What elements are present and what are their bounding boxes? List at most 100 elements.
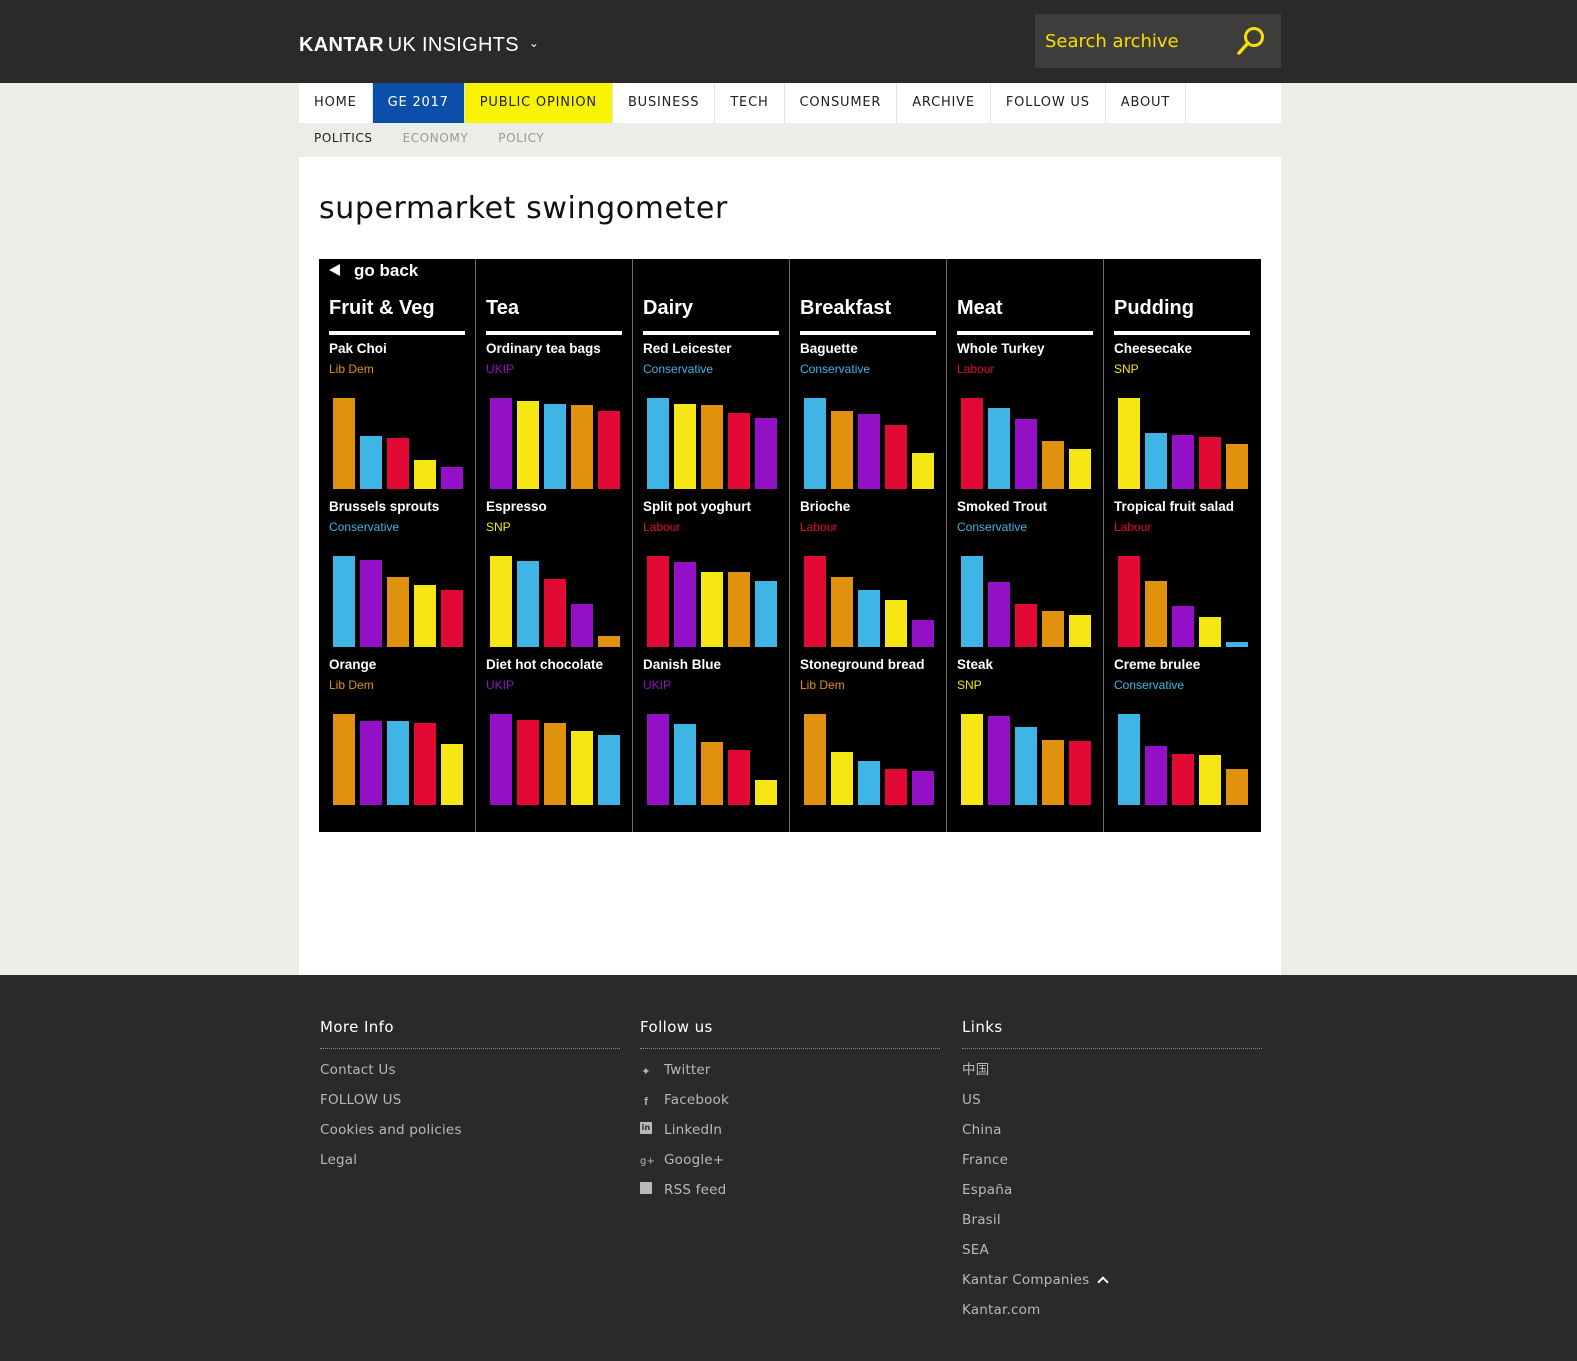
bar-lib-dem[interactable] xyxy=(387,577,409,647)
nav-ge-2017[interactable]: GE 2017 xyxy=(372,83,465,123)
bar-conservative[interactable] xyxy=(333,556,355,647)
subnav-policy[interactable]: POLICY xyxy=(483,123,559,157)
bar-lib-dem[interactable] xyxy=(1145,581,1167,647)
search-input[interactable] xyxy=(1045,26,1225,56)
footer-link-facebook[interactable]: f Facebook xyxy=(640,1090,940,1120)
bar-labour[interactable] xyxy=(387,438,409,489)
bar-lib-dem[interactable] xyxy=(1042,740,1064,805)
bar-lib-dem[interactable] xyxy=(333,714,355,805)
footer-link-china-cn[interactable]: 中国 xyxy=(962,1060,1262,1090)
bar-ukip[interactable] xyxy=(1172,606,1194,647)
bar-labour[interactable] xyxy=(441,590,463,647)
bar-lib-dem[interactable] xyxy=(544,723,566,805)
bar-ukip[interactable] xyxy=(360,721,382,805)
bar-snp[interactable] xyxy=(1199,755,1221,805)
bar-ukip[interactable] xyxy=(1015,419,1037,489)
bar-snp[interactable] xyxy=(490,556,512,647)
bar-lib-dem[interactable] xyxy=(831,411,853,489)
nav-consumer[interactable]: CONSUMER xyxy=(785,83,898,123)
bar-conservative[interactable] xyxy=(674,724,696,805)
bar-conservative[interactable] xyxy=(858,761,880,805)
bar-snp[interactable] xyxy=(571,731,593,805)
bar-ukip[interactable] xyxy=(571,604,593,647)
nav-about[interactable]: ABOUT xyxy=(1106,83,1187,123)
bar-ukip[interactable] xyxy=(490,398,512,489)
bar-labour[interactable] xyxy=(647,556,669,647)
bar-ukip[interactable] xyxy=(912,620,934,647)
go-back-button[interactable]: go back xyxy=(329,261,418,281)
bar-snp[interactable] xyxy=(912,453,934,489)
nav-follow-us[interactable]: FOLLOW US xyxy=(991,83,1106,123)
footer-link-kantar-companies[interactable]: Kantar Companies xyxy=(962,1270,1262,1300)
footer-link-espana[interactable]: España xyxy=(962,1180,1262,1210)
bar-conservative[interactable] xyxy=(360,436,382,489)
bar-conservative[interactable] xyxy=(544,404,566,489)
bar-ukip[interactable] xyxy=(988,582,1010,647)
bar-lib-dem[interactable] xyxy=(598,636,620,647)
footer-link-twitter[interactable]: ✦ Twitter xyxy=(640,1060,940,1090)
footer-link-follow-us[interactable]: FOLLOW US xyxy=(320,1090,620,1120)
bar-labour[interactable] xyxy=(517,720,539,805)
chevron-up-icon[interactable] xyxy=(1097,1276,1110,1288)
bar-snp[interactable] xyxy=(755,780,777,805)
bar-snp[interactable] xyxy=(1069,615,1091,647)
bar-ukip[interactable] xyxy=(988,716,1010,805)
bar-lib-dem[interactable] xyxy=(571,405,593,489)
bar-snp[interactable] xyxy=(674,404,696,489)
footer-link-us[interactable]: US xyxy=(962,1090,1262,1120)
bar-conservative[interactable] xyxy=(647,398,669,489)
bar-lib-dem[interactable] xyxy=(831,577,853,647)
bar-snp[interactable] xyxy=(414,585,436,647)
bar-snp[interactable] xyxy=(1118,398,1140,489)
bar-labour[interactable] xyxy=(1069,741,1091,805)
bar-snp[interactable] xyxy=(441,744,463,805)
bar-labour[interactable] xyxy=(804,556,826,647)
bar-snp[interactable] xyxy=(414,460,436,489)
bar-conservative[interactable] xyxy=(1145,433,1167,489)
bar-conservative[interactable] xyxy=(988,408,1010,489)
footer-link-china[interactable]: China xyxy=(962,1120,1262,1150)
bar-labour[interactable] xyxy=(1172,754,1194,805)
footer-link-linkedin[interactable]: in LinkedIn xyxy=(640,1120,940,1150)
footer-link-cookies[interactable]: Cookies and policies xyxy=(320,1120,620,1150)
bar-lib-dem[interactable] xyxy=(1226,444,1248,489)
bar-ukip[interactable] xyxy=(1145,746,1167,805)
bar-lib-dem[interactable] xyxy=(333,398,355,489)
footer-link-kantar-com[interactable]: Kantar.com xyxy=(962,1300,1262,1330)
bar-labour[interactable] xyxy=(1118,556,1140,647)
bar-labour[interactable] xyxy=(728,413,750,489)
bar-conservative[interactable] xyxy=(1226,642,1248,647)
bar-labour[interactable] xyxy=(728,750,750,805)
footer-link-contact-us[interactable]: Contact Us xyxy=(320,1060,620,1090)
nav-business[interactable]: BUSINESS xyxy=(613,83,716,123)
bar-ukip[interactable] xyxy=(858,414,880,489)
bar-ukip[interactable] xyxy=(490,714,512,805)
bar-snp[interactable] xyxy=(885,600,907,647)
bar-conservative[interactable] xyxy=(1015,727,1037,805)
search-icon[interactable] xyxy=(1235,25,1267,57)
bar-conservative[interactable] xyxy=(1118,714,1140,805)
footer-link-rss[interactable]: RSS feed xyxy=(640,1180,940,1210)
bar-labour[interactable] xyxy=(598,411,620,489)
bar-ukip[interactable] xyxy=(647,714,669,805)
chevron-down-icon[interactable]: ⌄ xyxy=(529,36,539,50)
bar-ukip[interactable] xyxy=(1172,435,1194,489)
bar-snp[interactable] xyxy=(1199,617,1221,647)
bar-lib-dem[interactable] xyxy=(1042,441,1064,489)
bar-lib-dem[interactable] xyxy=(804,714,826,805)
bar-ukip[interactable] xyxy=(360,560,382,647)
bar-lib-dem[interactable] xyxy=(1226,769,1248,805)
bar-lib-dem[interactable] xyxy=(701,405,723,489)
bar-snp[interactable] xyxy=(831,752,853,805)
bar-conservative[interactable] xyxy=(517,561,539,647)
bar-labour[interactable] xyxy=(414,723,436,805)
bar-ukip[interactable] xyxy=(755,418,777,489)
bar-snp[interactable] xyxy=(1069,449,1091,489)
footer-link-brasil[interactable]: Brasil xyxy=(962,1210,1262,1240)
bar-lib-dem[interactable] xyxy=(1042,611,1064,647)
bar-conservative[interactable] xyxy=(755,581,777,647)
bar-labour[interactable] xyxy=(1199,437,1221,489)
footer-link-legal[interactable]: Legal xyxy=(320,1150,620,1180)
footer-link-france[interactable]: France xyxy=(962,1150,1262,1180)
bar-ukip[interactable] xyxy=(674,562,696,647)
